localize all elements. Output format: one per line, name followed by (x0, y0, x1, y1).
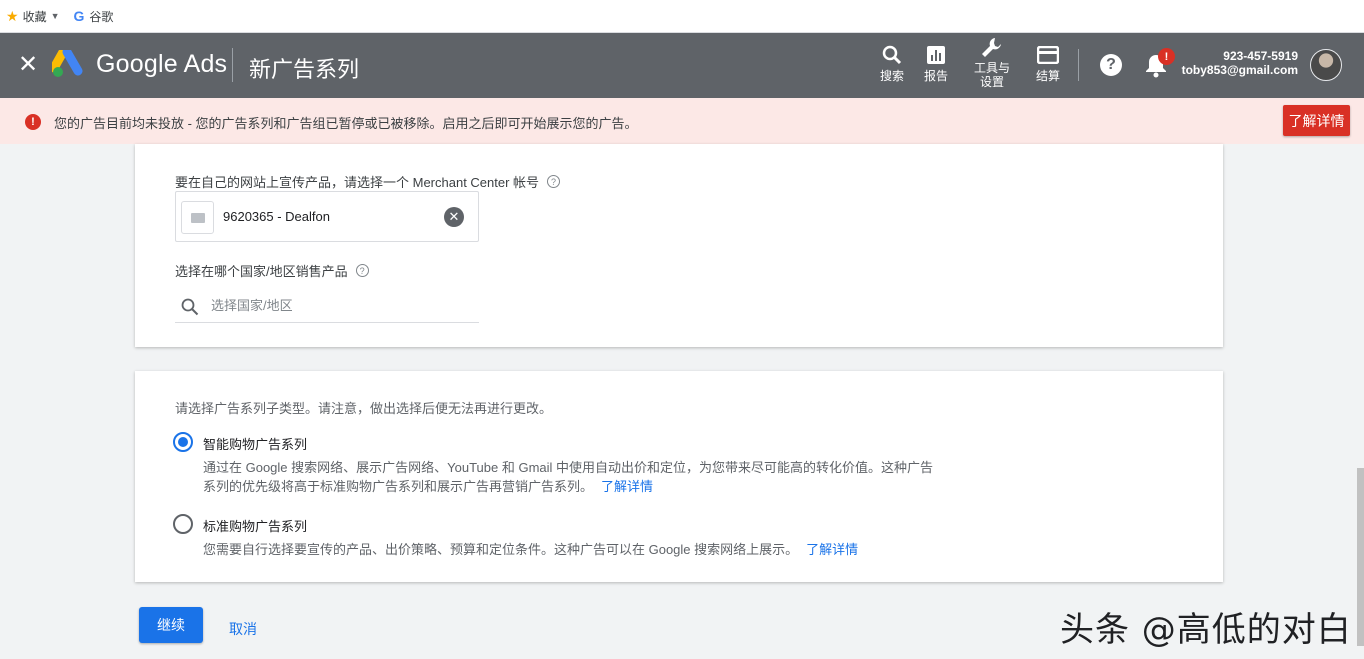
tools-settings-label-1: 工具与 (974, 61, 1011, 75)
avatar[interactable] (1310, 49, 1342, 81)
reports-tool-label: 报告 (924, 69, 949, 83)
account-info[interactable]: 923-457-5919 toby853@gmail.com (1182, 49, 1298, 77)
bookmark-favorites[interactable]: ★ 收藏 ▼ (6, 8, 60, 25)
smart-shopping-title[interactable]: 智能购物广告系列 (203, 434, 307, 453)
bookmark-google-label: 谷歌 (89, 9, 114, 24)
billing-tool-button[interactable]: 结算 (1036, 43, 1060, 83)
account-email: toby853@gmail.com (1181, 63, 1298, 77)
standard-shopping-radio[interactable] (173, 514, 193, 534)
star-icon: ★ (6, 7, 19, 24)
smart-shopping-desc-line2-row: 系列的优先级将高于标准购物广告系列和展示广告再营销广告系列。 了解详情 (203, 477, 933, 496)
store-icon (181, 201, 214, 234)
help-circle-icon[interactable]: ? (355, 264, 369, 277)
smart-shopping-radio[interactable] (173, 432, 193, 452)
merchant-account-chip[interactable]: 9620365 - Dealfon ✕ (175, 191, 479, 242)
wrench-icon (980, 35, 1004, 59)
bar-chart-icon (926, 43, 946, 67)
merchant-card: 要在自己的网站上宣传产品，请选择一个 Merchant Center 帐号 ? … (135, 144, 1223, 347)
subtype-card: 请选择广告系列子类型。请注意，做出选择后便无法再进行更改。 智能购物广告系列 通… (135, 371, 1223, 582)
google-g-icon: G (73, 8, 85, 24)
standard-shopping-learn-more-link[interactable]: 了解详情 (806, 542, 858, 557)
account-phone: 923-457-5919 (1223, 49, 1298, 63)
divider (1078, 49, 1079, 81)
smart-shopping-desc-line2: 系列的优先级将高于标准购物广告系列和展示广告再营销广告系列。 (203, 479, 594, 494)
search-tool-label: 搜索 (880, 69, 905, 83)
google-ads-logo-icon (52, 50, 83, 77)
clear-icon[interactable]: ✕ (444, 207, 464, 227)
standard-shopping-title[interactable]: 标准购物广告系列 (203, 516, 307, 535)
bookmark-google[interactable]: G 谷歌 (74, 8, 114, 25)
bookmarks-bar: ★ 收藏 ▼ G 谷歌 (0, 0, 1364, 33)
standard-shopping-desc: 您需要自行选择要宣传的产品、出价策略、预算和定位条件。这种广告可以在 Googl… (203, 540, 858, 559)
standard-shopping-desc-line1: 您需要自行选择要宣传的产品、出价策略、预算和定位条件。这种广告可以在 Googl… (203, 542, 799, 557)
brand-name: Google Ads (96, 50, 228, 78)
smart-shopping-desc: 通过在 Google 搜索网络、展示广告网络、YouTube 和 Gmail 中… (203, 458, 933, 496)
search-icon (181, 298, 199, 316)
app-header: ✕ Google Ads 新广告系列 搜索 报告 工具与 设置 结算 ? ! 9… (0, 33, 1364, 98)
notification-badge: ! (1158, 48, 1175, 65)
country-label: 选择在哪个国家/地区销售产品 ? (175, 261, 369, 280)
tools-settings-label-2: 设置 (980, 75, 1005, 89)
merchant-label: 要在自己的网站上宣传产品，请选择一个 Merchant Center 帐号 ? (175, 172, 561, 191)
subtype-intro: 请选择广告系列子类型。请注意，做出选择后便无法再进行更改。 (175, 401, 553, 416)
help-circle-icon[interactable]: ? (547, 175, 561, 188)
page-title: 新广告系列 (249, 57, 360, 82)
cancel-button[interactable]: 取消 (229, 619, 257, 639)
divider (232, 48, 233, 82)
alert-message: 您的广告目前均未投放 - 您的广告系列和广告组已暂停或已被移除。启用之后即可开始… (54, 116, 638, 131)
continue-button[interactable]: 继续 (139, 607, 203, 643)
tools-settings-button[interactable]: 工具与 设置 (974, 35, 1010, 89)
error-icon: ! (25, 114, 41, 130)
close-icon[interactable]: ✕ (18, 51, 38, 79)
billing-tool-label: 结算 (1036, 69, 1061, 83)
scrollbar[interactable] (1357, 468, 1364, 646)
reports-tool-button[interactable]: 报告 (924, 43, 948, 83)
merchant-label-text: 要在自己的网站上宣传产品，请选择一个 Merchant Center 帐号 (175, 175, 540, 190)
watermark: 头条 @高低的对白 (1060, 610, 1352, 650)
country-search-input[interactable] (211, 298, 461, 313)
learn-more-button[interactable]: 了解详情 (1283, 105, 1350, 136)
alert-banner: ! 您的广告目前均未投放 - 您的广告系列和广告组已暂停或已被移除。启用之后即可… (0, 98, 1364, 144)
help-icon[interactable]: ? (1100, 54, 1122, 76)
search-icon (882, 43, 902, 67)
smart-shopping-learn-more-link[interactable]: 了解详情 (601, 479, 653, 494)
search-tool-button[interactable]: 搜索 (880, 43, 904, 83)
bookmark-favorites-label: 收藏 (22, 9, 47, 24)
credit-card-icon (1037, 43, 1059, 67)
country-search (175, 292, 479, 323)
merchant-account-name: 9620365 - Dealfon (223, 209, 330, 224)
country-label-text: 选择在哪个国家/地区销售产品 (175, 264, 348, 279)
chevron-down-icon: ▼ (50, 11, 60, 21)
smart-shopping-desc-line1: 通过在 Google 搜索网络、展示广告网络、YouTube 和 Gmail 中… (203, 460, 934, 475)
